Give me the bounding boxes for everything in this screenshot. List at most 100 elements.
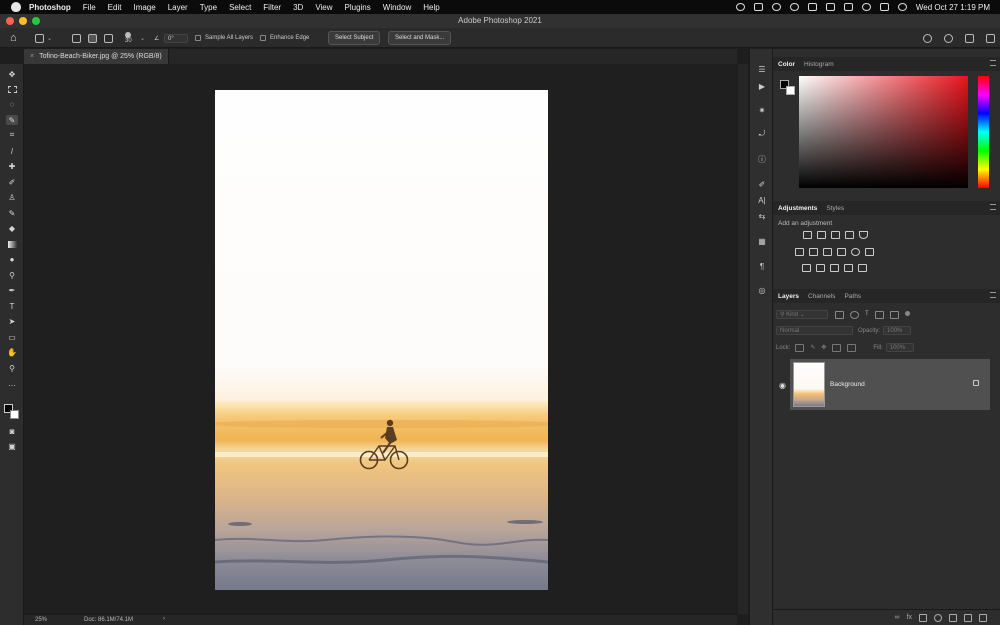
link-layers-icon[interactable]: ∞ bbox=[895, 614, 900, 621]
hue-slider[interactable] bbox=[978, 76, 989, 188]
lock-image-icon[interactable]: ✎ bbox=[810, 344, 815, 352]
lock-position-icon[interactable]: ✥ bbox=[821, 344, 826, 352]
display-icon[interactable] bbox=[807, 3, 817, 11]
pen-tool-icon[interactable]: ✒ bbox=[6, 285, 18, 295]
color-field[interactable] bbox=[799, 76, 968, 188]
siri-icon[interactable] bbox=[897, 3, 907, 11]
character-icon[interactable]: A| bbox=[756, 195, 768, 205]
bluetooth-icon[interactable] bbox=[825, 3, 835, 11]
posterize-icon[interactable] bbox=[816, 264, 825, 272]
new-adjustment-layer-icon[interactable] bbox=[934, 613, 942, 622]
navigator-icon[interactable]: ◎ bbox=[756, 285, 768, 295]
quick-selection-tool-icon[interactable]: ✎ bbox=[6, 115, 18, 125]
menu-filter[interactable]: Filter bbox=[263, 3, 281, 12]
tab-paths[interactable]: Paths bbox=[844, 293, 861, 300]
threshold-icon[interactable] bbox=[830, 264, 839, 272]
vibrance-icon[interactable] bbox=[859, 231, 868, 239]
blend-mode-select[interactable]: Normal bbox=[776, 326, 853, 335]
gradient-tool-icon[interactable] bbox=[6, 239, 18, 249]
delete-layer-icon[interactable] bbox=[979, 613, 987, 622]
document-tab[interactable]: × Tofino-Beach-Biker.jpg @ 25% (RGB/8) bbox=[24, 49, 169, 64]
menu-type[interactable]: Type bbox=[200, 3, 217, 12]
subtract-selection-icon[interactable] bbox=[104, 28, 113, 48]
lock-all-icon[interactable] bbox=[847, 343, 857, 352]
path-selection-tool-icon[interactable]: ➤ bbox=[6, 316, 18, 326]
healing-brush-tool-icon[interactable]: ✚ bbox=[6, 161, 18, 171]
blur-tool-icon[interactable]: ● bbox=[6, 254, 18, 264]
select-and-mask-button[interactable]: Select and Mask... bbox=[388, 28, 452, 48]
tab-adjustments[interactable]: Adjustments bbox=[778, 205, 817, 212]
tab-channels[interactable]: Channels bbox=[808, 293, 835, 300]
history-brush-tool-icon[interactable]: ✎ bbox=[6, 208, 18, 218]
document-image[interactable] bbox=[215, 90, 548, 590]
zoom-window-icon[interactable] bbox=[32, 17, 40, 25]
enhance-edge-checkbox[interactable]: Enhance Edge bbox=[260, 28, 309, 48]
brush-size-picker[interactable]: 30 bbox=[125, 28, 132, 48]
lock-transparent-icon[interactable] bbox=[795, 343, 805, 352]
quick-mask-icon[interactable]: ◙ bbox=[6, 426, 18, 436]
apple-logo-icon[interactable] bbox=[11, 2, 21, 12]
close-window-icon[interactable] bbox=[6, 17, 14, 25]
brush-options-chevron-icon[interactable]: ⌄ bbox=[140, 28, 145, 48]
tab-histogram[interactable]: Histogram bbox=[804, 61, 834, 68]
exposure-icon[interactable] bbox=[845, 231, 854, 239]
panel-menu-icon[interactable] bbox=[990, 60, 996, 66]
canvas-area[interactable] bbox=[24, 64, 737, 614]
fill-field[interactable]: 100% bbox=[885, 343, 914, 352]
zoom-tool-icon[interactable]: ⚲ bbox=[6, 363, 18, 373]
filter-type-icon[interactable]: T bbox=[865, 311, 869, 319]
wifi-icon[interactable] bbox=[861, 3, 871, 11]
eye-visibility-icon[interactable]: ◉ bbox=[779, 381, 786, 390]
menu-view[interactable]: View bbox=[315, 3, 332, 12]
marquee-tool-icon[interactable] bbox=[6, 84, 18, 94]
tab-color[interactable]: Color bbox=[778, 61, 795, 68]
menu-window[interactable]: Window bbox=[383, 3, 411, 12]
tool-preset-picker[interactable]: ⌄ bbox=[35, 28, 52, 48]
tab-styles[interactable]: Styles bbox=[826, 205, 844, 212]
gradient-map-icon[interactable] bbox=[858, 264, 867, 272]
menu-layer[interactable]: Layer bbox=[168, 3, 188, 12]
share-icon[interactable] bbox=[923, 33, 932, 43]
crop-tool-icon[interactable]: ⌗ bbox=[6, 130, 18, 140]
battery-icon[interactable] bbox=[843, 3, 853, 11]
photo-filter-icon[interactable] bbox=[837, 248, 846, 256]
brightness-icon[interactable]: ✷ bbox=[756, 105, 768, 115]
rectangle-tool-icon[interactable]: ▭ bbox=[6, 332, 18, 342]
new-selection-icon[interactable] bbox=[72, 28, 81, 48]
selective-color-icon[interactable] bbox=[844, 264, 853, 272]
filter-smart-object-icon[interactable] bbox=[889, 310, 899, 319]
control-center-icon[interactable] bbox=[879, 3, 889, 11]
curves-icon[interactable] bbox=[831, 231, 840, 239]
layer-name[interactable]: Background bbox=[830, 381, 865, 388]
sample-all-layers-checkbox[interactable]: Sample All Layers bbox=[195, 28, 253, 48]
layer-row-background[interactable]: Background bbox=[790, 359, 990, 410]
table-icon[interactable]: ▦ bbox=[756, 236, 768, 246]
close-tab-icon[interactable]: × bbox=[30, 53, 34, 60]
search-icon[interactable] bbox=[944, 33, 953, 43]
background-color-swatch[interactable] bbox=[10, 410, 19, 419]
background-swatch[interactable] bbox=[786, 86, 795, 95]
history-icon[interactable]: ⤾ bbox=[756, 129, 768, 139]
export-icon[interactable] bbox=[986, 33, 995, 43]
color-balance-icon[interactable] bbox=[809, 248, 818, 256]
eyedropper-tool-icon[interactable]: / bbox=[6, 146, 18, 156]
info-icon[interactable]: ⓘ bbox=[756, 154, 768, 164]
lock-artboard-icon[interactable] bbox=[832, 343, 842, 352]
levels-icon[interactable] bbox=[817, 231, 826, 239]
eraser-tool-icon[interactable]: ◆ bbox=[6, 223, 18, 233]
new-group-icon[interactable] bbox=[949, 613, 957, 622]
paragraph-icon[interactable]: ¶ bbox=[756, 261, 768, 271]
actions-play-icon[interactable]: ▶ bbox=[756, 81, 768, 91]
minimize-window-icon[interactable] bbox=[19, 17, 27, 25]
menu-image[interactable]: Image bbox=[133, 3, 155, 12]
menu-select[interactable]: Select bbox=[229, 3, 251, 12]
angle-field[interactable]: 0° bbox=[164, 28, 188, 48]
select-subject-button[interactable]: Select Subject bbox=[328, 28, 381, 48]
invert-icon[interactable] bbox=[802, 264, 811, 272]
dodge-tool-icon[interactable]: ⚲ bbox=[6, 270, 18, 280]
menu-plugins[interactable]: Plugins bbox=[345, 3, 371, 12]
add-mask-icon[interactable] bbox=[919, 613, 927, 622]
add-to-selection-icon[interactable] bbox=[88, 28, 97, 48]
move-tool-icon[interactable]: ✥ bbox=[6, 69, 18, 79]
zoom-level[interactable]: 25% bbox=[35, 617, 47, 623]
